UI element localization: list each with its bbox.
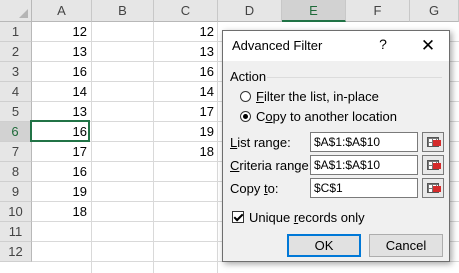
dialog-title: Advanced Filter: [232, 38, 323, 53]
criteria-range-input[interactable]: [310, 155, 418, 175]
row-header-4[interactable]: 4: [0, 82, 32, 102]
row-header-1[interactable]: 1: [0, 22, 32, 42]
row-header-10[interactable]: 10: [0, 202, 32, 222]
cell-a1[interactable]: 12: [32, 22, 87, 42]
cell-c1[interactable]: 12: [154, 22, 214, 42]
advanced-filter-dialog: Advanced Filter ? ✕ Action Filter the li…: [222, 30, 450, 262]
list-range-input[interactable]: [310, 132, 418, 152]
cell-a10[interactable]: 18: [32, 202, 87, 222]
row-header-8[interactable]: 8: [0, 162, 32, 182]
ok-button[interactable]: OK: [287, 234, 361, 257]
row-header-9[interactable]: 9: [0, 182, 32, 202]
list-range-row: List range:: [230, 132, 445, 154]
copy-to-row: Copy to:: [230, 178, 445, 200]
range-picker-icon[interactable]: [422, 132, 444, 152]
row-header-11[interactable]: 11: [0, 222, 32, 242]
cell-a2[interactable]: 13: [32, 42, 87, 62]
row-header-3[interactable]: 3: [0, 62, 32, 82]
copy-to-location-label: Copy to another location: [256, 108, 397, 124]
help-button[interactable]: ?: [375, 36, 391, 52]
cell-c3[interactable]: 16: [154, 62, 214, 82]
list-range-label: List range:: [230, 135, 291, 150]
row-header-2[interactable]: 2: [0, 42, 32, 62]
select-all-corner[interactable]: [0, 0, 32, 22]
unique-records-option[interactable]: Unique records only: [232, 208, 365, 226]
cell-c4[interactable]: 14: [154, 82, 214, 102]
criteria-range-row: Criteria range:: [230, 155, 445, 177]
cell-a3[interactable]: 16: [32, 62, 87, 82]
criteria-range-label: Criteria range:: [230, 158, 313, 173]
filter-in-place-radio[interactable]: [240, 90, 251, 102]
row-header-7[interactable]: 7: [0, 142, 32, 162]
column-header-e[interactable]: E: [282, 0, 346, 22]
row-header-6[interactable]: 6: [0, 122, 32, 142]
cell-c2[interactable]: 13: [154, 42, 214, 62]
action-group-label: Action: [230, 69, 267, 84]
copy-to-location-option[interactable]: Copy to another location: [240, 107, 397, 125]
cell-a9[interactable]: 19: [32, 182, 87, 202]
cancel-button[interactable]: Cancel: [369, 234, 443, 257]
cell-c6[interactable]: 19: [154, 122, 214, 142]
column-header-f[interactable]: F: [346, 0, 410, 22]
copy-to-input[interactable]: [310, 178, 418, 198]
unique-records-checkbox[interactable]: [232, 211, 244, 223]
cell-a4[interactable]: 14: [32, 82, 87, 102]
row-header-5[interactable]: 5: [0, 102, 32, 122]
cell-a7[interactable]: 17: [32, 142, 87, 162]
range-picker-icon[interactable]: [422, 178, 444, 198]
unique-records-label: Unique records only: [249, 209, 365, 225]
cell-a5[interactable]: 13: [32, 102, 87, 122]
column-header-b[interactable]: B: [92, 0, 154, 22]
cell-c5[interactable]: 17: [154, 102, 214, 122]
cell-a8[interactable]: 16: [32, 162, 87, 182]
filter-in-place-label: Filter the list, in-place: [256, 88, 379, 104]
active-cell-border: [30, 120, 90, 142]
copy-to-label: Copy to:: [230, 181, 279, 196]
column-header-g[interactable]: G: [410, 0, 459, 22]
filter-in-place-option[interactable]: Filter the list, in-place: [240, 87, 379, 105]
column-header-a[interactable]: A: [32, 0, 92, 22]
column-header-d[interactable]: D: [218, 0, 282, 22]
group-separator: [267, 77, 442, 78]
close-button[interactable]: ✕: [417, 35, 439, 57]
dialog-titlebar[interactable]: Advanced Filter ? ✕: [223, 31, 449, 61]
row-header-12[interactable]: 12: [0, 242, 32, 262]
column-header-c[interactable]: C: [154, 0, 218, 22]
copy-to-location-radio[interactable]: [240, 110, 251, 122]
cell-c7[interactable]: 18: [154, 142, 214, 162]
range-picker-icon[interactable]: [422, 155, 444, 175]
